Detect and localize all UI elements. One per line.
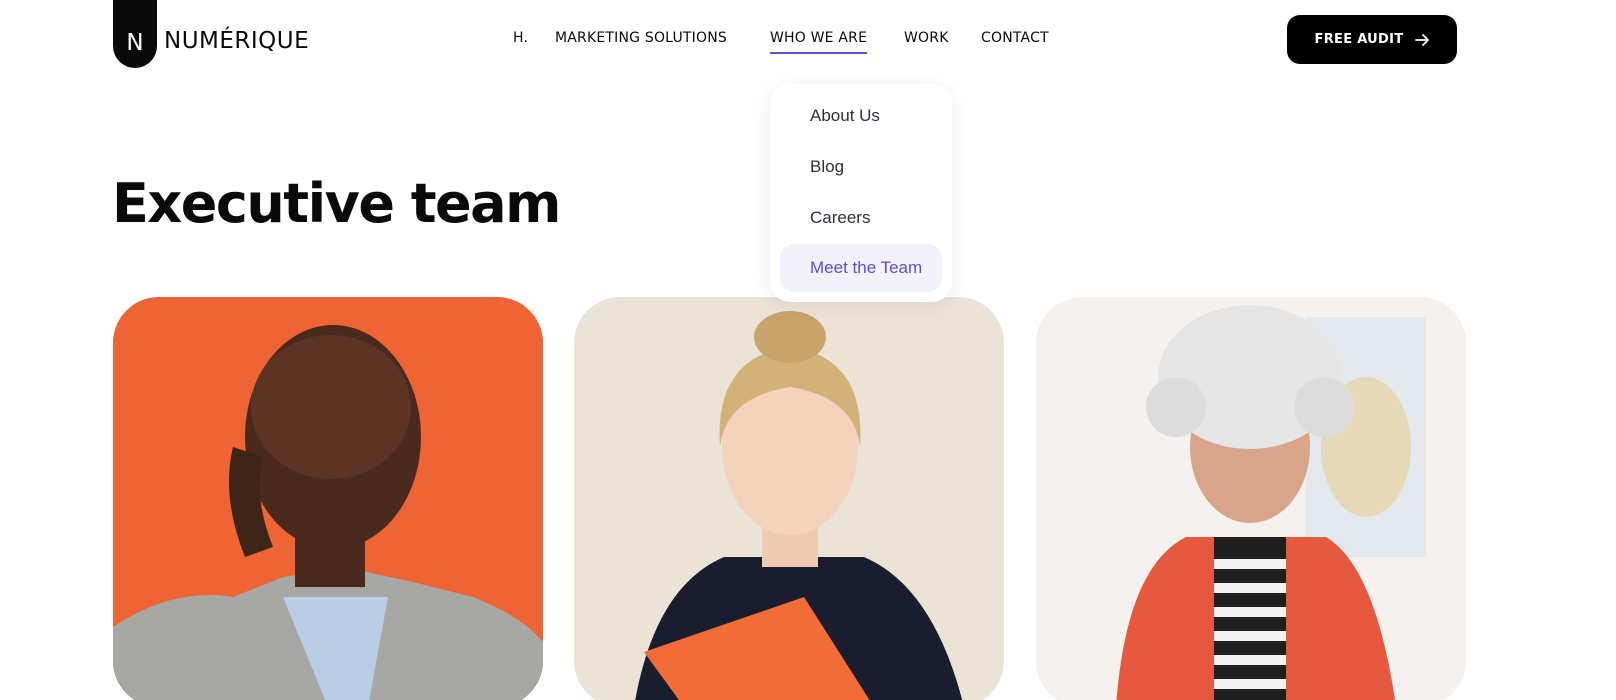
logo-mark[interactable]: N [113,0,157,68]
nav-home[interactable]: H. [513,30,528,46]
portrait-photo [574,297,1004,700]
team-card-photo-3[interactable] [1036,297,1466,700]
dropdown-item-about-us[interactable]: About Us [780,92,942,140]
nav-who-we-are[interactable]: WHO WE ARE [770,30,868,54]
nav-marketing-solutions[interactable]: MARKETING SOLUTIONS [555,30,727,46]
logo-mark-letter: N [126,30,144,56]
nav-contact[interactable]: CONTACT [981,30,1049,46]
team-card-photo-1[interactable] [113,297,543,700]
free-audit-label: FREE AUDIT [1314,32,1404,47]
logo-text[interactable]: NUMÉRIQUE [164,28,309,54]
dropdown-item-careers[interactable]: Careers [780,194,942,242]
portrait-photo [1036,297,1466,700]
arrow-right-icon [1415,33,1430,46]
page-title: Executive team [112,172,561,235]
dropdown-item-blog[interactable]: Blog [780,143,942,191]
team-card-photo-2[interactable] [574,297,1004,700]
free-audit-button[interactable]: FREE AUDIT [1287,15,1457,64]
who-we-are-dropdown: About Us Blog Careers Meet the Team [770,84,952,302]
dropdown-item-meet-the-team[interactable]: Meet the Team [780,244,942,292]
nav-work[interactable]: WORK [904,30,949,46]
portrait-photo [113,297,543,700]
